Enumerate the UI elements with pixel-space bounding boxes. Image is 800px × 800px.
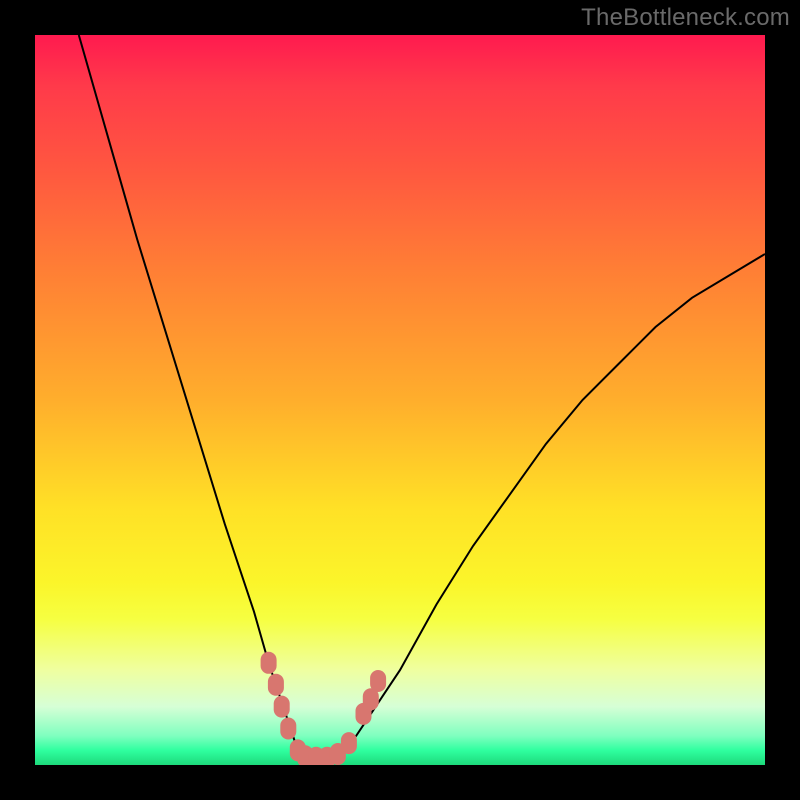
watermark-text: TheBottleneck.com <box>581 4 790 32</box>
data-marker <box>341 732 357 754</box>
data-marker <box>268 674 284 696</box>
data-marker <box>280 718 296 740</box>
data-marker <box>261 652 277 674</box>
data-marker <box>370 670 386 692</box>
chart-svg <box>35 35 765 765</box>
marker-group <box>261 652 387 765</box>
chart-frame: TheBottleneck.com <box>0 0 800 800</box>
bottleneck-curve <box>79 35 765 758</box>
data-marker <box>274 696 290 718</box>
